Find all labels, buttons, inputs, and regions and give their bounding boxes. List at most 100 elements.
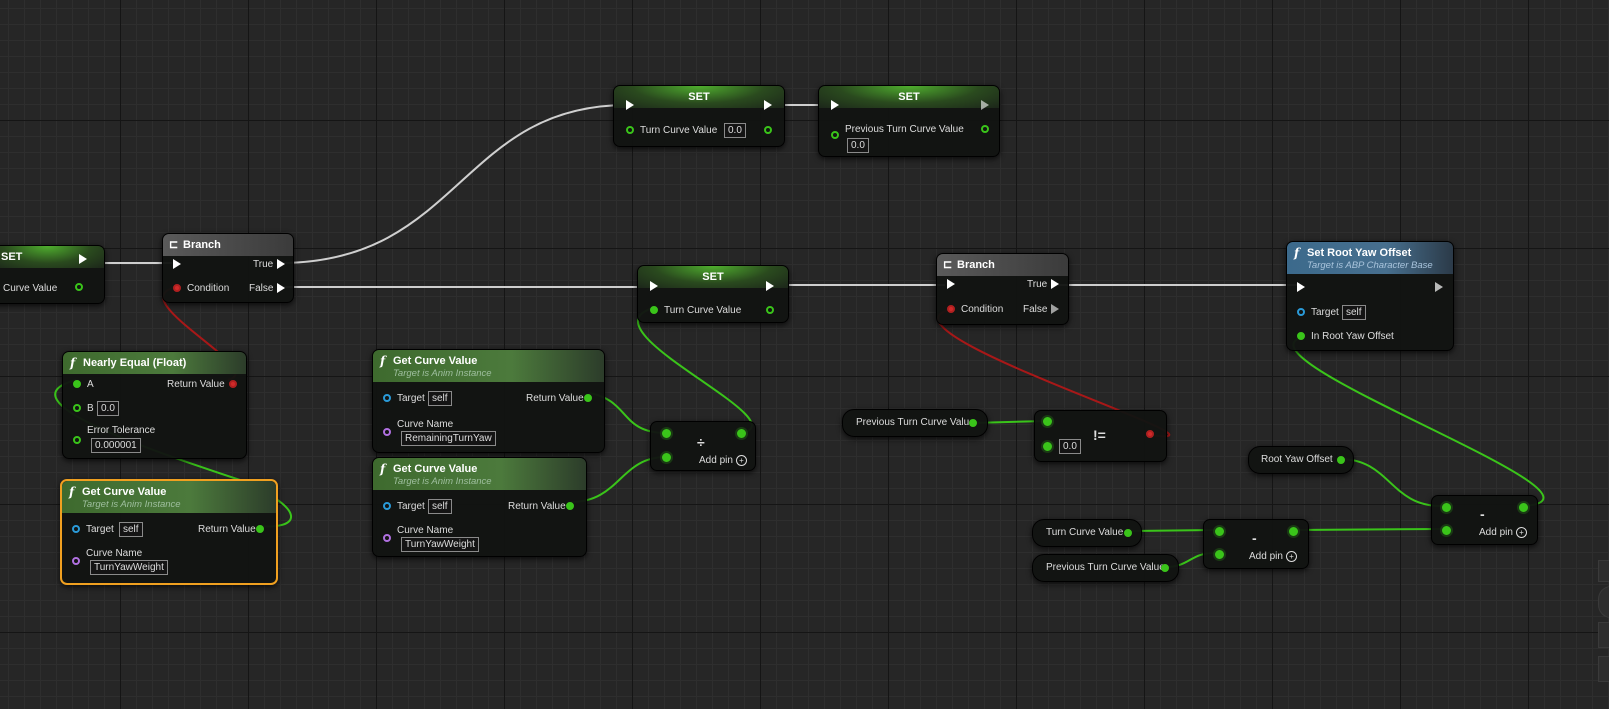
get-curve-value-node-remaining[interactable]: f Get Curve Value Target is Anim Instance … (372, 349, 605, 453)
b-input[interactable]: 0.0 (97, 401, 119, 416)
curve-name-input[interactable]: RemainingTurnYaw (401, 431, 496, 446)
bool-out-pin[interactable] (229, 380, 237, 388)
float-in-pin-1[interactable] (662, 429, 671, 438)
divide-node[interactable]: ÷ Add pin + (650, 421, 756, 471)
exec-in-pin[interactable] (650, 281, 658, 291)
name-in-pin[interactable] (383, 428, 391, 436)
prev-turn-curve-getter[interactable]: Previous Turn Curve Value (842, 409, 988, 437)
float-out-pin[interactable] (766, 306, 774, 314)
float-in-pin[interactable] (626, 126, 634, 134)
exec-false-pin[interactable] (277, 283, 285, 293)
name-in-pin[interactable] (383, 534, 391, 542)
exec-out-pin[interactable] (1435, 282, 1443, 292)
root-yaw-offset-getter[interactable]: Root Yaw Offset (1248, 446, 1354, 474)
target-input[interactable]: self (428, 391, 452, 406)
exec-false-pin[interactable] (1051, 304, 1059, 314)
function-icon: f (69, 485, 75, 499)
float-in-pin-2[interactable] (1043, 442, 1052, 451)
float-out-pin[interactable] (256, 525, 264, 533)
add-pin-button[interactable]: Add pin + (1249, 551, 1297, 562)
branch-icon: ⊏ (169, 239, 179, 251)
float-in-pin-1[interactable] (1215, 527, 1224, 536)
float-in-pin[interactable] (831, 131, 839, 139)
float-out-pin[interactable] (75, 283, 83, 291)
add-pin-button[interactable]: Add pin + (1479, 527, 1527, 538)
exec-in-pin[interactable] (1297, 282, 1305, 292)
float-out-pin[interactable] (1519, 503, 1528, 512)
add-pin-button[interactable]: Add pin + (699, 455, 747, 466)
side-panel-edge[interactable] (1598, 622, 1609, 648)
float-in-pin[interactable] (1297, 332, 1305, 340)
curve-name-input[interactable]: TurnYawWeight (401, 537, 479, 552)
get-curve-value-node-weight[interactable]: f Get Curve Value Target is Anim Instance … (372, 457, 587, 557)
object-in-pin[interactable] (72, 525, 80, 533)
float-out-pin[interactable] (566, 502, 574, 510)
exec-true-pin[interactable] (277, 259, 285, 269)
side-panel-edge[interactable] (1598, 656, 1609, 682)
float-in-pin-2[interactable] (1442, 526, 1451, 535)
subtract-node-1[interactable]: - Add pin + (1203, 519, 1309, 569)
set-turn-curve-node-top[interactable]: SET Turn Curve Value 0.0 (613, 85, 785, 147)
object-in-pin[interactable] (383, 502, 391, 510)
float-in-pin-b[interactable] (73, 404, 81, 412)
branch-node-1[interactable]: ⊏ Branch True Condition False (162, 233, 294, 303)
set-node-left[interactable]: SET Curve Value (0, 245, 105, 304)
exec-in-pin[interactable] (947, 279, 955, 289)
float-in-pin-2[interactable] (1215, 550, 1224, 559)
set-root-yaw-offset-node[interactable]: f Set Root Yaw Offset Target is ABP Charac… (1286, 241, 1454, 351)
float-out-pin[interactable] (1124, 529, 1132, 537)
condition-pin[interactable] (173, 284, 181, 292)
target-input[interactable]: self (1342, 305, 1366, 320)
target-input[interactable]: self (428, 499, 452, 514)
side-panel-edge[interactable] (1598, 560, 1609, 582)
float-out-pin[interactable] (981, 125, 989, 133)
exec-out-pin[interactable] (764, 100, 772, 110)
subtract-node-2[interactable]: - Add pin + (1431, 495, 1538, 545)
value-input[interactable]: 0.0 (724, 123, 746, 138)
getter-label: Previous Turn Curve Value (856, 417, 975, 428)
float-out-pin[interactable] (969, 419, 977, 427)
float-out-pin[interactable] (1161, 564, 1169, 572)
value-input[interactable]: 0.0 (1059, 439, 1081, 454)
float-out-pin[interactable] (1289, 527, 1298, 536)
float-in-pin-a[interactable] (73, 380, 81, 388)
exec-in-pin[interactable] (831, 100, 839, 110)
exec-in-pin[interactable] (173, 259, 181, 269)
float-in-pin-1[interactable] (1442, 503, 1451, 512)
name-in-pin[interactable] (72, 557, 80, 565)
blueprint-graph-canvas[interactable]: SET Curve Value ⊏ Branch True Condition F… (0, 0, 1609, 709)
value-input[interactable]: 0.0 (847, 138, 869, 153)
get-curve-value-node-selected[interactable]: f Get Curve Value Target is Anim Instance … (60, 479, 278, 585)
float-out-pin[interactable] (1337, 456, 1345, 464)
not-equal-node[interactable]: 0.0 != (1034, 410, 1167, 462)
exec-true-pin[interactable] (1051, 279, 1059, 289)
float-in-pin-tolerance[interactable] (73, 436, 81, 444)
exec-out-pin[interactable] (766, 281, 774, 291)
target-input[interactable]: self (119, 522, 143, 537)
set-prev-turn-curve-node-top[interactable]: SET Previous Turn Curve Value 0.0 (818, 85, 1000, 157)
tolerance-input[interactable]: 0.000001 (91, 438, 141, 453)
set-turn-curve-node-mid[interactable]: SET Turn Curve Value (637, 265, 789, 323)
exec-in-pin[interactable] (626, 100, 634, 110)
curve-name-input[interactable]: TurnYawWeight (90, 560, 168, 575)
condition-pin[interactable] (947, 305, 955, 313)
turn-curve-getter[interactable]: Turn Curve Value (1032, 519, 1142, 547)
nearly-equal-node[interactable]: f Nearly Equal (Float) A Return Value B 0… (62, 351, 247, 459)
object-in-pin[interactable] (383, 394, 391, 402)
target-label: Target (397, 393, 425, 404)
add-pin-label: Add pin (1249, 551, 1283, 563)
subtract-operator: - (1252, 530, 1257, 546)
float-out-pin[interactable] (584, 394, 592, 402)
exec-out-pin[interactable] (981, 100, 989, 110)
float-out-pin[interactable] (764, 126, 772, 134)
false-label: False (249, 283, 274, 294)
object-in-pin[interactable] (1297, 308, 1305, 316)
float-out-pin[interactable] (737, 429, 746, 438)
prev-turn-curve-getter-2[interactable]: Previous Turn Curve Value (1032, 554, 1179, 582)
float-in-pin[interactable] (650, 306, 658, 314)
bool-out-pin[interactable] (1146, 430, 1154, 438)
float-in-pin-1[interactable] (1043, 417, 1052, 426)
exec-out-pin[interactable] (79, 254, 87, 264)
branch-node-2[interactable]: ⊏ Branch True Condition False (936, 253, 1069, 325)
float-in-pin-2[interactable] (662, 453, 671, 462)
